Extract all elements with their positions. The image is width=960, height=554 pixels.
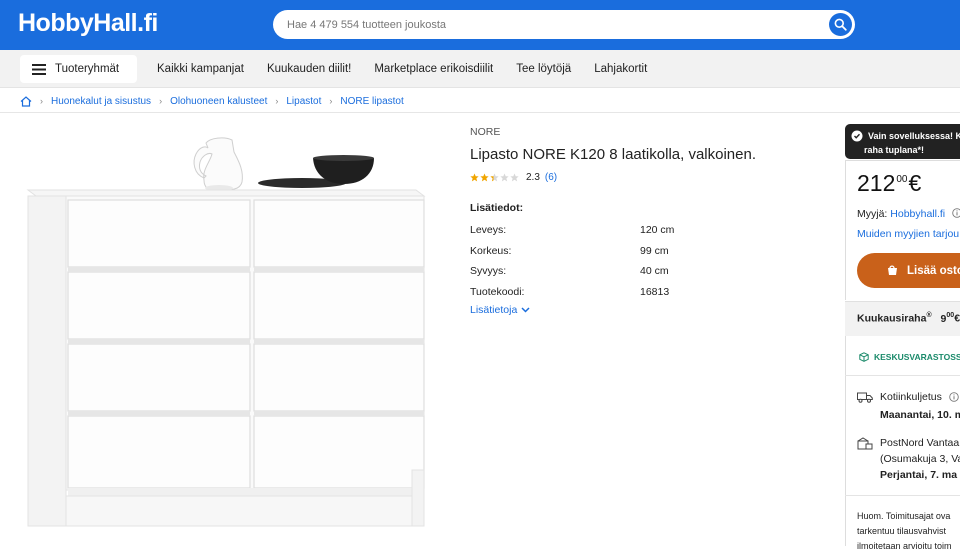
spec-table: Leveys: 120 cm Korkeus: 99 cm Syvyys: 40… (470, 224, 790, 306)
rating-value: 2.3 (526, 172, 540, 183)
delivery-note-line: Huom. Toimitusajat ova (857, 511, 951, 521)
pickup-date: Perjantai, 7. ma (880, 469, 958, 481)
spec-key: Korkeus: (470, 244, 512, 257)
add-to-cart-button[interactable]: Lisää osto (857, 253, 960, 288)
spec-row-height: Korkeus: 99 cm (470, 245, 790, 266)
search-button[interactable] (829, 13, 852, 36)
chevron-down-icon (521, 307, 530, 313)
pitcher-decoration (193, 137, 243, 191)
nav-link-marketplace-deals[interactable]: Marketplace erikoisdiilit (374, 63, 493, 75)
nav-link-gift-cards[interactable]: Lahjakortit (594, 63, 647, 75)
product-groups-label: Tuoteryhmät (55, 63, 120, 75)
truck-icon (857, 392, 873, 403)
spec-row-width: Leveys: 120 cm (470, 224, 790, 245)
home-delivery-date: Maanantai, 10. m (880, 409, 960, 421)
monthly-label: Kuukausiraha (857, 312, 927, 325)
more-info-label: Lisätietoja (470, 304, 518, 316)
star-icon-empty (510, 173, 519, 182)
nav-links: Kaikki kampanjat Kuukauden diilit! Marke… (157, 50, 670, 88)
star-icon-full (470, 173, 479, 182)
price-currency: € (908, 170, 922, 196)
nav-link-monthly-deals[interactable]: Kuukauden diilit! (267, 63, 351, 75)
spec-value: 99 cm (640, 244, 669, 257)
star-icon-partial (490, 173, 499, 182)
monthly-payment[interactable]: Kuukausiraha® 900€ (857, 312, 960, 325)
spec-value: 120 cm (640, 224, 675, 236)
breadcrumb-separator: › (159, 96, 163, 106)
search-icon (834, 18, 847, 31)
spec-row-depth: Syvyys: 40 cm (470, 265, 790, 286)
product-rating[interactable]: 2.3 (6) (470, 171, 557, 184)
app-icon (851, 130, 863, 142)
breadcrumb-item[interactable]: Lipastot (286, 96, 321, 107)
category-nav: Tuoteryhmät Kaikki kampanjat Kuukauden d… (0, 50, 960, 88)
search-input[interactable] (273, 10, 803, 39)
pickup-point-icon (857, 436, 873, 449)
delivery-note: Huom. Toimitusajat ova tarkentuu tilausv… (857, 509, 952, 554)
rating-stars (470, 173, 519, 182)
product-title: Lipasto NORE K120 8 laatikolla, valkoine… (470, 146, 756, 163)
product-brand[interactable]: NORE (470, 126, 500, 138)
promo-text-line2: raha tuplana*! (864, 145, 925, 155)
home-delivery: Kotiinkuljetus (857, 390, 959, 404)
spec-key: Tuotekoodi: (470, 285, 525, 298)
product-groups-button[interactable]: Tuoteryhmät (20, 55, 137, 83)
product-image[interactable] (24, 130, 434, 535)
seller-label: Myyjä: (857, 208, 888, 220)
spec-value: 16813 (640, 285, 670, 298)
details-heading: Lisätiedot: (470, 202, 524, 214)
spec-key: Leveys: (470, 224, 507, 236)
breadcrumb: › Huonekalut ja sisustus › Olohuoneen ka… (20, 94, 404, 108)
breadcrumb-item[interactable]: Huonekalut ja sisustus (51, 96, 151, 107)
search-bar (273, 10, 855, 39)
other-sellers-link[interactable]: Muiden myyjien tarjou (857, 228, 959, 240)
divider (845, 375, 960, 376)
home-delivery-label: Kotiinkuljetus (880, 391, 942, 403)
box-icon (859, 352, 869, 362)
info-icon[interactable] (949, 392, 959, 402)
pickup-delivery: PostNord Vantaa (Osumakuja 3, Va Perjant… (857, 435, 960, 483)
site-logo[interactable]: HobbyHall.fi (18, 9, 158, 38)
stock-status: KESKUSVARASTOSSA (859, 352, 960, 362)
header-divider (0, 112, 960, 113)
monthly-reg: ® (926, 312, 932, 319)
more-info-link[interactable]: Lisätietoja (470, 304, 530, 316)
promo-text-line1: Vain sovelluksessa! K (868, 131, 960, 141)
star-icon-empty (500, 173, 509, 182)
top-header: HobbyHall.fi (0, 0, 960, 50)
nav-link-finds[interactable]: Tee löytöjä (516, 63, 571, 75)
star-icon-full (480, 173, 489, 182)
cart-icon (888, 265, 897, 275)
info-icon[interactable] (952, 208, 960, 218)
spec-value: 40 cm (640, 265, 669, 277)
seller-link[interactable]: Hobbyhall.fi (890, 208, 945, 220)
spec-key: Syvyys: (470, 265, 507, 277)
delivery-note-line: ilmoitetaan arvioitu toim (857, 541, 952, 551)
product-price: 212 00 € (857, 170, 921, 197)
hamburger-icon (32, 63, 46, 75)
divider (845, 495, 960, 496)
price-main: 212 (857, 170, 896, 196)
breadcrumb-item[interactable]: Olohuoneen kalusteet (170, 96, 267, 107)
breadcrumb-item[interactable]: NORE lipastot (340, 96, 403, 107)
rating-count[interactable]: (6) (545, 172, 557, 183)
price-cents: 00 (896, 174, 908, 185)
breadcrumb-separator: › (40, 96, 43, 106)
monthly-currency: € (954, 312, 960, 325)
pickup-location: PostNord Vantaa (880, 437, 960, 449)
breadcrumb-separator: › (329, 96, 333, 106)
breadcrumb-separator: › (275, 96, 279, 106)
seller-info: Myyjä: Hobbyhall.fi (857, 208, 960, 220)
add-to-cart-label: Lisää osto (907, 264, 960, 277)
home-icon[interactable] (20, 95, 32, 107)
pickup-address: (Osumakuja 3, Va (880, 453, 960, 465)
spec-row-product-code: Tuotekoodi: 16813 (470, 286, 790, 307)
delivery-note-line: tarkentuu tilausvahvist (857, 526, 947, 536)
app-promo-badge[interactable]: Vain sovelluksessa! K raha tuplana*! (845, 124, 960, 159)
nav-link-campaigns[interactable]: Kaikki kampanjat (157, 63, 244, 75)
stock-label: KESKUSVARASTOSSA (874, 352, 960, 362)
